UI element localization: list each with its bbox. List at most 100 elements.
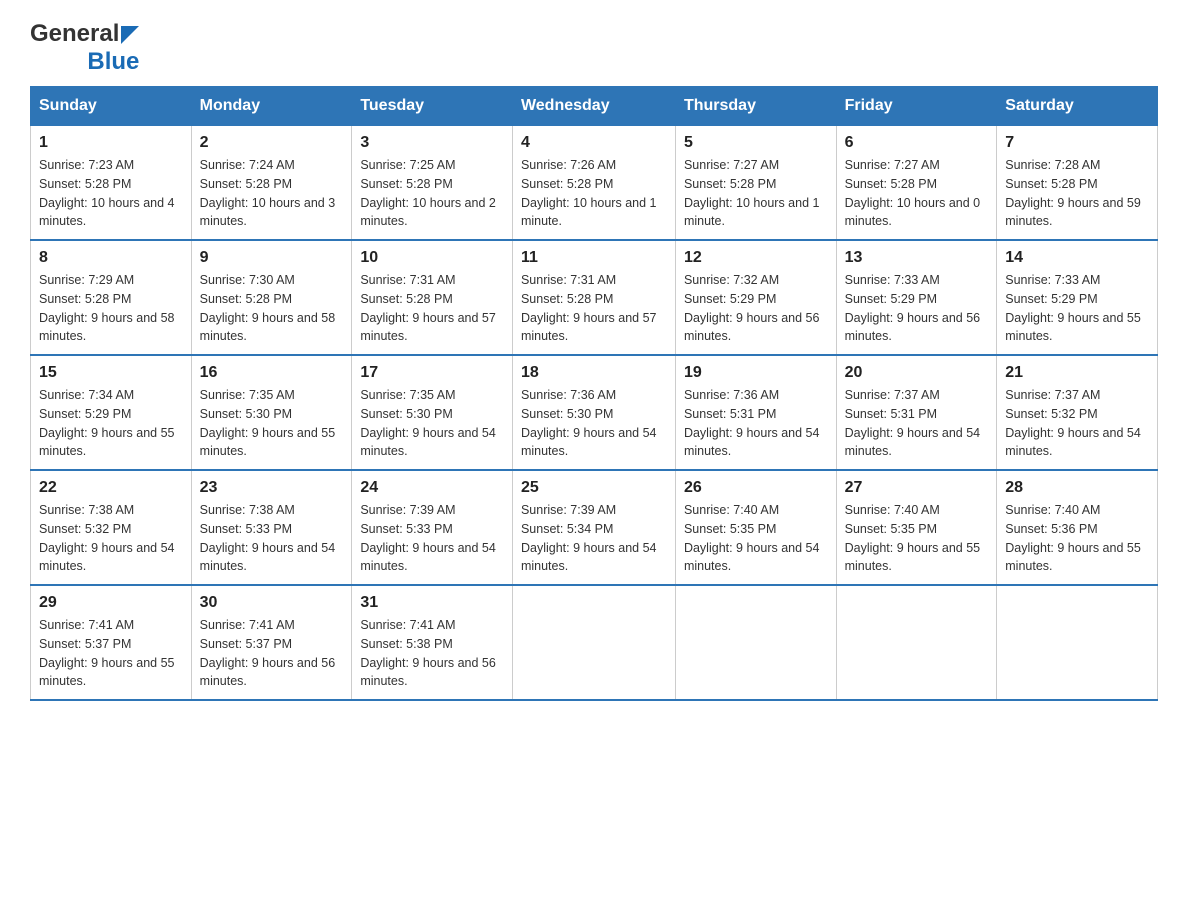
logo-arrow-icon xyxy=(121,26,139,44)
header-sunday: Sunday xyxy=(31,87,192,126)
day-number: 29 xyxy=(39,594,183,612)
calendar-cell xyxy=(997,585,1158,700)
calendar-cell: 3 Sunrise: 7:25 AMSunset: 5:28 PMDaylight… xyxy=(352,126,513,241)
calendar-cell: 29Sunrise: 7:41 AMSunset: 5:37 PMDayligh… xyxy=(31,585,192,700)
calendar-week-row: 1 Sunrise: 7:23 AMSunset: 5:28 PMDaylight… xyxy=(31,126,1158,241)
day-number: 26 xyxy=(684,479,828,497)
calendar-cell: 13 Sunrise: 7:33 AMSunset: 5:29 PMDayligh… xyxy=(836,240,997,355)
day-info: Sunrise: 7:37 AMSunset: 5:31 PMDaylight:… xyxy=(845,386,989,461)
day-info: Sunrise: 7:27 AMSunset: 5:28 PMDaylight:… xyxy=(684,156,828,231)
day-info: Sunrise: 7:35 AMSunset: 5:30 PMDaylight:… xyxy=(360,386,504,461)
day-info: Sunrise: 7:36 AMSunset: 5:30 PMDaylight:… xyxy=(521,386,667,461)
calendar-week-row: 29 Sunrise: 7:41 AMSunset: 5:37 PMDayligh… xyxy=(31,585,1158,700)
day-number: 4 xyxy=(521,134,667,152)
day-info: Sunrise: 7:40 AMSunset: 5:36 PMDaylight:… xyxy=(1005,501,1149,576)
day-info: Sunrise: 7:36 AMSunset: 5:31 PMDaylight:… xyxy=(684,386,828,461)
calendar-cell: 6 Sunrise: 7:27 AMSunset: 5:28 PMDaylight… xyxy=(836,126,997,241)
day-number: 14 xyxy=(1005,249,1149,267)
day-info: Sunrise: 7:41 AMSunset: 5:37 PMDaylight:… xyxy=(200,616,344,691)
day-info: Sunrise: 7:37 AMSunset: 5:32 PMDaylight:… xyxy=(1005,386,1149,461)
day-number: 30 xyxy=(200,594,344,612)
day-info: Sunrise: 7:33 AMSunset: 5:29 PMDaylight:… xyxy=(845,271,989,346)
day-number: 1 xyxy=(39,134,183,152)
day-info: Sunrise: 7:35 AMSunset: 5:30 PMDaylight:… xyxy=(200,386,344,461)
calendar-cell: 1 Sunrise: 7:23 AMSunset: 5:28 PMDaylight… xyxy=(31,126,192,241)
day-number: 18 xyxy=(521,364,667,382)
day-info: Sunrise: 7:40 AMSunset: 5:35 PMDaylight:… xyxy=(684,501,828,576)
day-number: 11 xyxy=(521,249,667,267)
header-saturday: Saturday xyxy=(997,87,1158,126)
day-info: Sunrise: 7:24 AMSunset: 5:28 PMDaylight:… xyxy=(200,156,344,231)
logo-line1: General xyxy=(30,20,139,48)
day-info: Sunrise: 7:34 AMSunset: 5:29 PMDaylight:… xyxy=(39,386,183,461)
day-number: 2 xyxy=(200,134,344,152)
calendar-cell: 2 Sunrise: 7:24 AMSunset: 5:28 PMDaylight… xyxy=(191,126,352,241)
calendar-cell: 26 Sunrise: 7:40 AMSunset: 5:35 PMDayligh… xyxy=(675,470,836,585)
calendar-week-row: 22 Sunrise: 7:38 AMSunset: 5:32 PMDayligh… xyxy=(31,470,1158,585)
day-number: 13 xyxy=(845,249,989,267)
day-info: Sunrise: 7:38 AMSunset: 5:33 PMDaylight:… xyxy=(200,501,344,576)
calendar-cell: 7 Sunrise: 7:28 AMSunset: 5:28 PMDaylight… xyxy=(997,126,1158,241)
day-info: Sunrise: 7:33 AMSunset: 5:29 PMDaylight:… xyxy=(1005,271,1149,346)
day-info: Sunrise: 7:25 AMSunset: 5:28 PMDaylight:… xyxy=(360,156,504,231)
calendar-cell xyxy=(675,585,836,700)
calendar-cell: 9 Sunrise: 7:30 AMSunset: 5:28 PMDaylight… xyxy=(191,240,352,355)
day-number: 28 xyxy=(1005,479,1149,497)
calendar-cell xyxy=(836,585,997,700)
calendar-cell xyxy=(512,585,675,700)
calendar-cell: 10 Sunrise: 7:31 AMSunset: 5:28 PMDayligh… xyxy=(352,240,513,355)
day-info: Sunrise: 7:40 AMSunset: 5:35 PMDaylight:… xyxy=(845,501,989,576)
calendar-cell: 22 Sunrise: 7:38 AMSunset: 5:32 PMDayligh… xyxy=(31,470,192,585)
calendar-cell: 5Sunrise: 7:27 AMSunset: 5:28 PMDaylight… xyxy=(675,126,836,241)
day-info: Sunrise: 7:23 AMSunset: 5:28 PMDaylight:… xyxy=(39,156,183,231)
calendar-cell: 11 Sunrise: 7:31 AMSunset: 5:28 PMDayligh… xyxy=(512,240,675,355)
day-info: Sunrise: 7:31 AMSunset: 5:28 PMDaylight:… xyxy=(521,271,667,346)
day-number: 21 xyxy=(1005,364,1149,382)
day-number: 25 xyxy=(521,479,667,497)
calendar-cell: 27Sunrise: 7:40 AMSunset: 5:35 PMDayligh… xyxy=(836,470,997,585)
calendar-week-row: 8 Sunrise: 7:29 AMSunset: 5:28 PMDaylight… xyxy=(31,240,1158,355)
day-info: Sunrise: 7:38 AMSunset: 5:32 PMDaylight:… xyxy=(39,501,183,576)
calendar-cell: 8 Sunrise: 7:29 AMSunset: 5:28 PMDaylight… xyxy=(31,240,192,355)
day-number: 9 xyxy=(200,249,344,267)
day-info: Sunrise: 7:32 AMSunset: 5:29 PMDaylight:… xyxy=(684,271,828,346)
header-friday: Friday xyxy=(836,87,997,126)
day-number: 3 xyxy=(360,134,504,152)
header-tuesday: Tuesday xyxy=(352,87,513,126)
calendar-cell: 19Sunrise: 7:36 AMSunset: 5:31 PMDayligh… xyxy=(675,355,836,470)
calendar-cell: 4 Sunrise: 7:26 AMSunset: 5:28 PMDaylight… xyxy=(512,126,675,241)
header-thursday: Thursday xyxy=(675,87,836,126)
calendar-week-row: 15 Sunrise: 7:34 AMSunset: 5:29 PMDayligh… xyxy=(31,355,1158,470)
day-number: 6 xyxy=(845,134,989,152)
logo-general-text: General xyxy=(30,20,119,48)
calendar-cell: 15 Sunrise: 7:34 AMSunset: 5:29 PMDayligh… xyxy=(31,355,192,470)
day-number: 17 xyxy=(360,364,504,382)
page-header: General Blue xyxy=(30,20,1158,76)
logo-blue-text: Blue xyxy=(87,48,139,76)
day-number: 12 xyxy=(684,249,828,267)
calendar-cell: 25Sunrise: 7:39 AMSunset: 5:34 PMDayligh… xyxy=(512,470,675,585)
logo-line2: Blue xyxy=(30,48,139,76)
calendar-cell: 20Sunrise: 7:37 AMSunset: 5:31 PMDayligh… xyxy=(836,355,997,470)
day-info: Sunrise: 7:29 AMSunset: 5:28 PMDaylight:… xyxy=(39,271,183,346)
calendar-cell: 14 Sunrise: 7:33 AMSunset: 5:29 PMDayligh… xyxy=(997,240,1158,355)
calendar-cell: 23 Sunrise: 7:38 AMSunset: 5:33 PMDayligh… xyxy=(191,470,352,585)
day-number: 31 xyxy=(360,594,504,612)
header-wednesday: Wednesday xyxy=(512,87,675,126)
calendar-table: SundayMondayTuesdayWednesdayThursdayFrid… xyxy=(30,86,1158,701)
calendar-cell: 21 Sunrise: 7:37 AMSunset: 5:32 PMDayligh… xyxy=(997,355,1158,470)
calendar-cell: 12 Sunrise: 7:32 AMSunset: 5:29 PMDayligh… xyxy=(675,240,836,355)
day-number: 22 xyxy=(39,479,183,497)
day-number: 7 xyxy=(1005,134,1149,152)
calendar-cell: 24Sunrise: 7:39 AMSunset: 5:33 PMDayligh… xyxy=(352,470,513,585)
day-number: 10 xyxy=(360,249,504,267)
calendar-header-row: SundayMondayTuesdayWednesdayThursdayFrid… xyxy=(31,87,1158,126)
day-number: 23 xyxy=(200,479,344,497)
day-info: Sunrise: 7:30 AMSunset: 5:28 PMDaylight:… xyxy=(200,271,344,346)
day-info: Sunrise: 7:31 AMSunset: 5:28 PMDaylight:… xyxy=(360,271,504,346)
day-number: 15 xyxy=(39,364,183,382)
day-info: Sunrise: 7:27 AMSunset: 5:28 PMDaylight:… xyxy=(845,156,989,231)
day-info: Sunrise: 7:26 AMSunset: 5:28 PMDaylight:… xyxy=(521,156,667,231)
day-info: Sunrise: 7:28 AMSunset: 5:28 PMDaylight:… xyxy=(1005,156,1149,231)
day-number: 8 xyxy=(39,249,183,267)
